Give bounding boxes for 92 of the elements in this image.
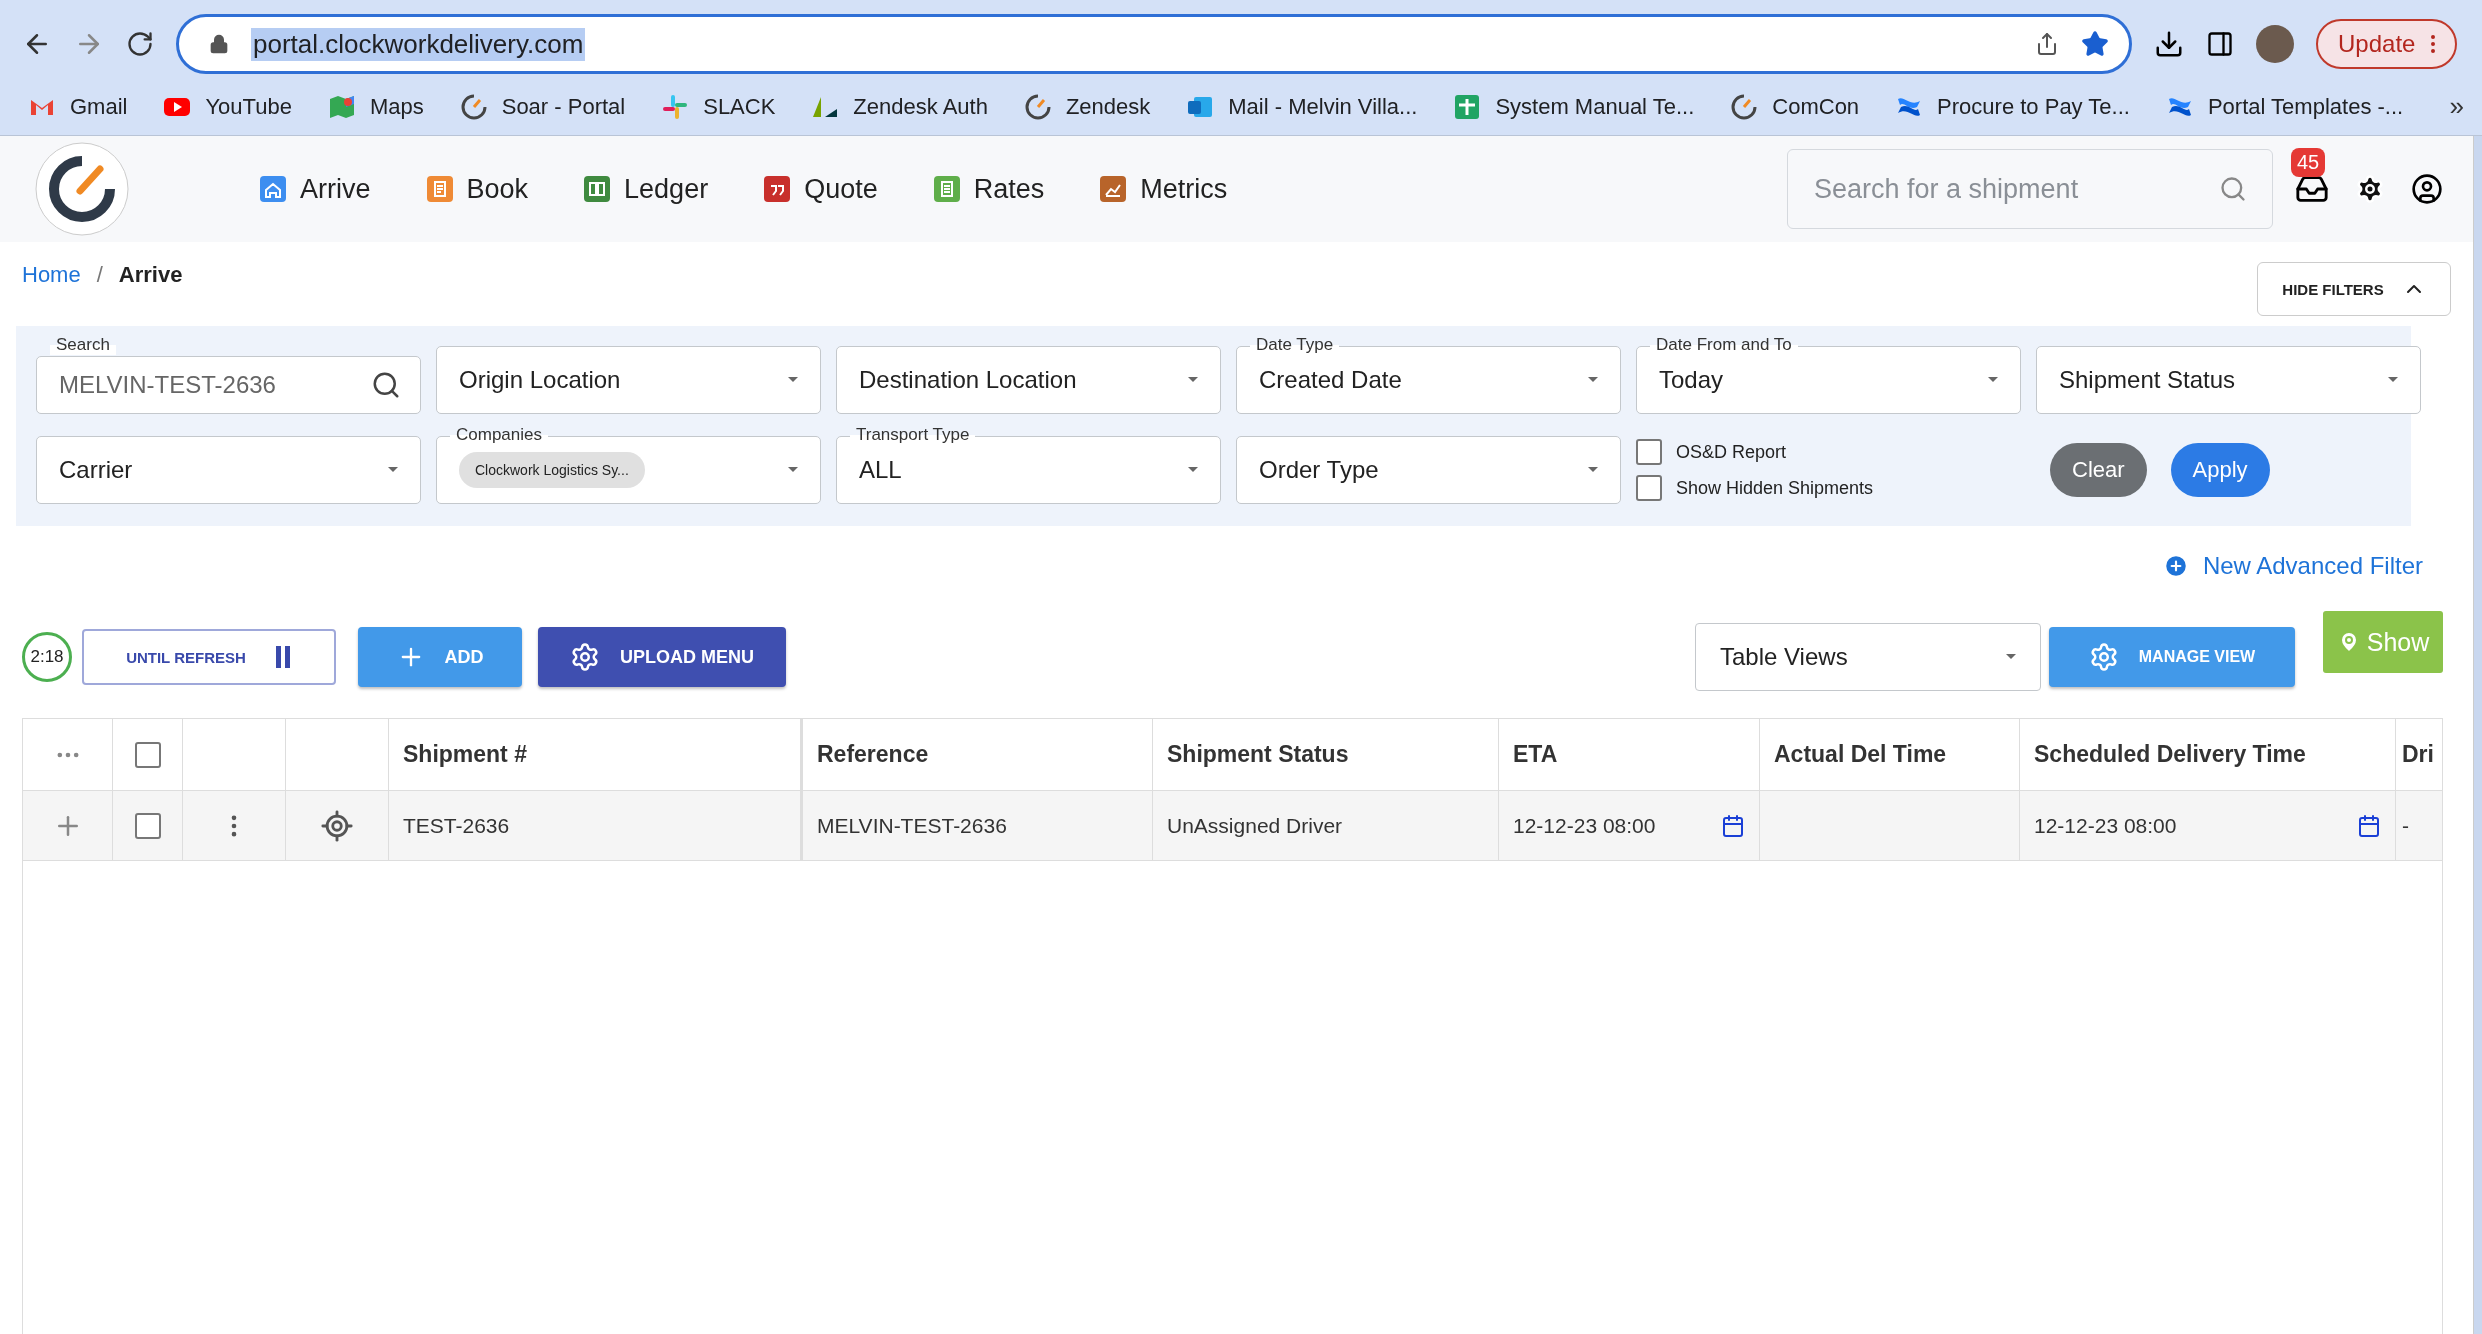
- bookmark[interactable]: System Manual Te...: [1453, 92, 1695, 121]
- hash-icon: [661, 92, 690, 121]
- reload-icon[interactable]: [126, 30, 154, 58]
- account-icon[interactable]: [2411, 173, 2443, 205]
- row-checkbox[interactable]: [134, 812, 161, 839]
- dropdown-caret-icon: [2004, 653, 2018, 661]
- update-button[interactable]: Update: [2316, 19, 2458, 69]
- bookmark[interactable]: YouTube: [163, 92, 292, 121]
- address-bar[interactable]: portal.clockworkdelivery.com: [176, 14, 2132, 74]
- pause-icon[interactable]: [273, 646, 292, 668]
- field-label: Date Type: [1250, 335, 1340, 355]
- checkbox[interactable]: Show Hidden Shipments: [1636, 475, 2021, 501]
- dropdown-caret-icon: [2386, 376, 2400, 384]
- bookmark[interactable]: Soar - Portal: [459, 92, 626, 121]
- bookmark[interactable]: Procure to Pay Te...: [1895, 92, 2130, 121]
- nav-link[interactable]: Rates: [933, 173, 1045, 205]
- breadcrumb-link[interactable]: Home: [22, 262, 81, 288]
- calendar-icon[interactable]: [1721, 813, 1745, 838]
- breadcrumb-current: Arrive: [118, 262, 183, 288]
- table-cell: MELVIN-TEST-2636: [817, 813, 1007, 838]
- field-label: Transport Type: [850, 425, 976, 445]
- calendar-icon[interactable]: [2357, 813, 2381, 838]
- dropdown-field[interactable]: Order Type: [1236, 436, 1621, 504]
- table-views-dropdown[interactable]: Table Views: [1695, 623, 2041, 691]
- lock-icon: [209, 34, 229, 54]
- select-all-checkbox[interactable]: [134, 741, 161, 768]
- field-label: Companies: [450, 425, 548, 445]
- apply-button[interactable]: Apply: [2170, 443, 2270, 497]
- bookmark[interactable]: Gmail: [28, 92, 128, 121]
- star-icon[interactable]: [2081, 30, 2109, 58]
- refresh-timer: 2:18: [22, 632, 72, 682]
- dropdown-field[interactable]: Destination Location: [836, 346, 1221, 414]
- dropdown-field[interactable]: Shipment Status: [2036, 346, 2421, 414]
- column-header[interactable]: Dri: [2396, 719, 2442, 790]
- bookmark[interactable]: Zendesk: [1023, 92, 1151, 121]
- hide-filters-button[interactable]: HIDE FILTERS: [2257, 262, 2451, 316]
- locate-icon[interactable]: [320, 808, 354, 843]
- dropdown-field[interactable]: Origin Location: [436, 346, 821, 414]
- dropdown-caret-icon: [1186, 466, 1200, 474]
- column-header[interactable]: ETA: [1499, 719, 1760, 790]
- bookmark[interactable]: Zendesk Auth: [811, 92, 988, 121]
- bookmark[interactable]: Maps: [327, 92, 424, 121]
- dropdown-caret-icon: [1586, 376, 1600, 384]
- checkbox[interactable]: OS&D Report: [1636, 439, 2021, 465]
- logo[interactable]: [34, 141, 130, 237]
- more-bookmarks[interactable]: »: [2449, 91, 2464, 122]
- column-header[interactable]: Reference: [803, 719, 1153, 790]
- table-cell: 12-12-23 08:00: [1513, 813, 1656, 838]
- clear-button[interactable]: Clear: [2050, 443, 2147, 497]
- dropdown-caret-icon: [1186, 376, 1200, 384]
- share-icon[interactable]: [2035, 32, 2059, 56]
- nav-link[interactable]: Metrics: [1100, 173, 1228, 205]
- bookmark[interactable]: Portal Templates -...: [2165, 92, 2404, 121]
- plus-icon: [1453, 92, 1482, 121]
- bookmark[interactable]: SLACK: [661, 92, 776, 121]
- notification-badge: 45: [2291, 148, 2326, 177]
- bookmark[interactable]: Mail - Melvin Villa...: [1186, 92, 1418, 121]
- nav-link[interactable]: Book: [426, 173, 529, 205]
- upload-menu-button[interactable]: UPLOAD MENU: [538, 627, 786, 687]
- bookmark[interactable]: ComCon: [1730, 92, 1860, 121]
- dropdown-field[interactable]: Carrier: [36, 436, 421, 504]
- table-cell: UnAssigned Driver: [1167, 813, 1343, 838]
- column-header[interactable]: Actual Del Time: [1760, 719, 2020, 790]
- avatar[interactable]: [2256, 25, 2294, 63]
- field-label: Search: [50, 335, 116, 355]
- table-cell: TEST-2636: [403, 813, 510, 838]
- gear-icon[interactable]: [2088, 642, 2119, 672]
- column-header[interactable]: Scheduled Delivery Time: [2020, 719, 2396, 790]
- gear-icon[interactable]: [570, 642, 600, 672]
- search-field[interactable]: MELVIN-TEST-2636: [36, 356, 421, 414]
- table-cell: -: [2402, 813, 2409, 838]
- nav-link[interactable]: Quote: [764, 173, 878, 205]
- dropdown-caret-icon: [786, 376, 800, 384]
- shipment-search-field[interactable]: Search for a shipment: [1787, 149, 2273, 229]
- breadcrumb-separator: /: [96, 262, 103, 288]
- dropdown-caret-icon: [1986, 376, 2000, 384]
- nav-link[interactable]: Ledger: [584, 173, 709, 205]
- dial-icon: [459, 92, 488, 121]
- nav-link[interactable]: Arrive: [260, 173, 371, 205]
- dropdown-caret-icon: [786, 466, 800, 474]
- side-panel-icon[interactable]: [2206, 30, 2234, 58]
- until-refresh-button[interactable]: UNTIL REFRESH: [82, 629, 336, 685]
- download-icon[interactable]: [2154, 29, 2184, 59]
- dial-icon: [1023, 92, 1052, 121]
- column-header[interactable]: Shipment Status: [1153, 719, 1499, 790]
- dropdown-caret-icon: [386, 466, 400, 474]
- dropdown-caret-icon: [1586, 466, 1600, 474]
- search-icon[interactable]: [371, 370, 401, 400]
- advanced-filter-link[interactable]: New Advanced Filter: [2162, 552, 2423, 580]
- table-cell: 12-12-23 08:00: [2034, 813, 2177, 838]
- dial-icon: [1730, 92, 1759, 121]
- settings-icon[interactable]: [2355, 174, 2385, 204]
